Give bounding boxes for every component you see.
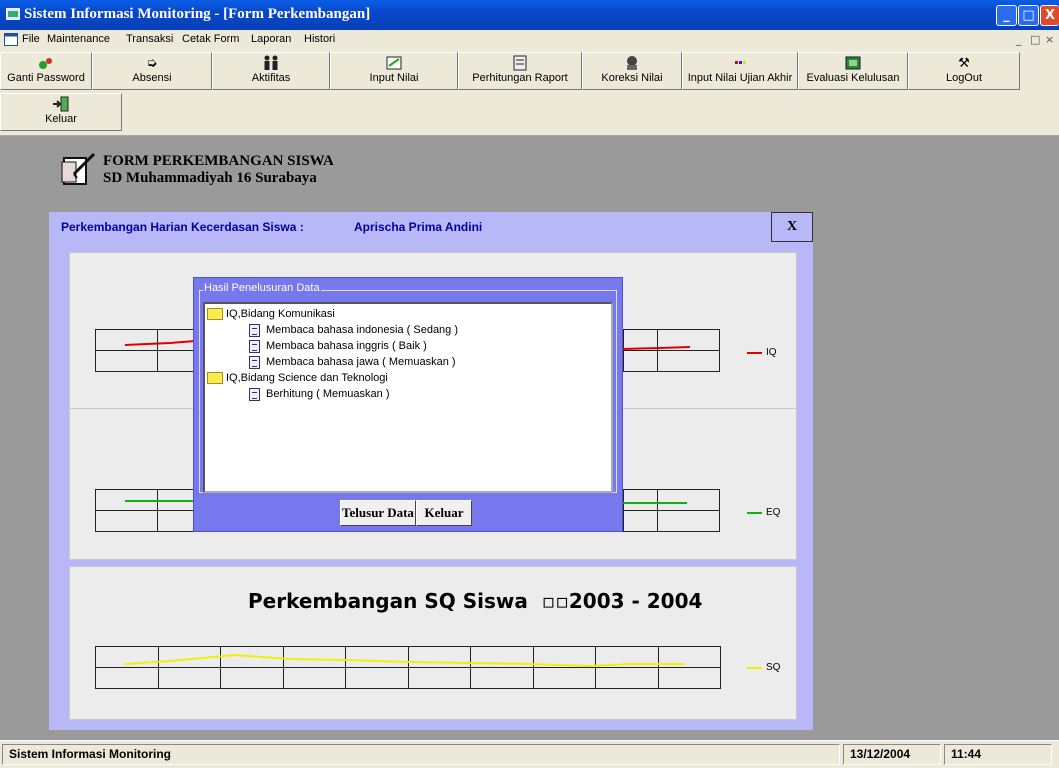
document-icon (249, 339, 260, 353)
sq-legend-label: SQ (766, 662, 781, 673)
ganti-password-label: Ganti Password (7, 72, 85, 84)
password-icon (37, 55, 55, 71)
input-nilai-ujian-akhir-label: Input Nilai Ujian Akhir (687, 72, 793, 84)
form-title: FORM PERKEMBANGAN SISWA (103, 153, 334, 169)
sq-chart-panel: Perkembangan SQ Siswa ▫▫2003 - 2004 SQ (69, 566, 797, 720)
tools-icon: ⚒ (958, 55, 970, 70)
document-icon (249, 387, 260, 401)
menu-file[interactable]: File (22, 33, 40, 45)
mdi-close-button[interactable]: × (1045, 33, 1054, 46)
activity-icon (262, 55, 280, 71)
tree-item-label: IQ,Bidang Science dan Teknologi (226, 372, 388, 384)
tree-item-label: Membaca bahasa indonesia ( Sedang ) (266, 324, 459, 336)
menu-bar: File Maintenance Transaksi Cetak Form La… (0, 30, 1059, 50)
tree-item-label: IQ,Bidang Komunikasi (226, 308, 335, 320)
input-nilai-label: Input Nilai (369, 72, 419, 84)
perhitungan-raport-label: Perhitungan Raport (472, 72, 568, 84)
student-name: Aprischa Prima Andini (354, 220, 483, 234)
form-logo-icon (60, 152, 98, 189)
mdi-child-icon[interactable] (4, 33, 18, 46)
perhitungan-raport-button[interactable]: Perhitungan Raport (458, 52, 582, 90)
iq-legend-label: IQ (766, 347, 777, 358)
tree-leaf-item[interactable]: Membaca bahasa indonesia ( Sedang ) (249, 322, 458, 338)
logout-button[interactable]: ⚒ LogOut (908, 52, 1020, 90)
final-exam-icon (731, 55, 749, 71)
result-tree[interactable]: IQ,Bidang Komunikasi Membaca bahasa indon… (203, 302, 613, 493)
absensi-button[interactable]: ➭ Absensi (92, 52, 212, 90)
graduation-eval-icon (844, 55, 862, 71)
status-app-name: Sistem Informasi Monitoring (2, 744, 840, 765)
title-bar[interactable]: Sistem Informasi Monitoring - [Form Perk… (0, 0, 1059, 30)
student-header-label: Perkembangan Harian Kecerdasan Siswa : (61, 220, 304, 234)
document-icon (249, 323, 260, 337)
input-nilai-ujian-akhir-button[interactable]: Input Nilai Ujian Akhir (682, 52, 798, 90)
input-nilai-button[interactable]: Input Nilai (330, 52, 458, 90)
search-result-dialog: Hasil Penelusuran Data IQ,Bidang Komunik… (193, 277, 623, 532)
student-header-strip: Perkembangan Harian Kecerdasan Siswa : A… (49, 212, 813, 242)
keluar-toolbar-label: Keluar (45, 113, 77, 125)
logout-label: LogOut (945, 72, 983, 84)
dialog-title: Hasil Penelusuran Data (203, 282, 321, 294)
document-icon (249, 355, 260, 369)
menu-maintenance[interactable]: Maintenance (47, 33, 110, 45)
toolbar: Ganti Password ➭ Absensi Aktifitas Input… (0, 50, 1059, 136)
tree-item-label: Berhitung ( Memuaskan ) (266, 388, 390, 400)
folder-icon (207, 372, 223, 385)
eq-legend-label: EQ (766, 507, 781, 518)
menu-transaksi[interactable]: Transaksi (126, 33, 173, 45)
absensi-label: Absensi (132, 72, 172, 84)
form-subtitle: SD Muhammadiyah 16 Surabaya (103, 170, 317, 186)
folder-icon (207, 308, 223, 321)
tree-leaf-item[interactable]: Membaca bahasa inggris ( Baik ) (249, 338, 427, 354)
exit-icon (52, 96, 70, 112)
telusur-data-button[interactable]: Telusur Data (340, 500, 416, 526)
aktifitas-label: Aktifitas (251, 72, 291, 84)
sq-series-line (124, 653, 762, 669)
tree-folder-item[interactable]: IQ,Bidang Komunikasi (207, 306, 335, 322)
mdi-restore-button[interactable]: □ (1030, 33, 1040, 46)
aktifitas-button[interactable]: Aktifitas (212, 52, 330, 90)
status-time: 11:44 (944, 744, 1052, 765)
ganti-password-button[interactable]: Ganti Password (0, 52, 92, 90)
form-close-button[interactable]: X (771, 212, 813, 242)
koreksi-nilai-button[interactable]: Koreksi Nilai (582, 52, 682, 90)
window-title: Sistem Informasi Monitoring - [Form Perk… (24, 6, 371, 22)
koreksi-nilai-label: Koreksi Nilai (601, 72, 663, 84)
tree-folder-item[interactable]: IQ,Bidang Science dan Teknologi (207, 370, 388, 386)
input-grade-icon (385, 55, 403, 71)
dialog-keluar-button[interactable]: Keluar (416, 500, 472, 526)
grade-correction-icon (623, 55, 641, 71)
report-calc-icon (511, 55, 529, 71)
menu-laporan[interactable]: Laporan (251, 33, 291, 45)
minimize-button[interactable]: _ (996, 5, 1017, 26)
evaluasi-kelulusan-label: Evaluasi Kelulusan (806, 72, 900, 84)
close-button[interactable]: X (1040, 5, 1059, 26)
menu-histori[interactable]: Histori (304, 33, 335, 45)
tree-leaf-item[interactable]: Berhitung ( Memuaskan ) (249, 386, 390, 402)
status-bar: Sistem Informasi Monitoring 13/12/2004 1… (0, 740, 1059, 768)
mdi-minimize-button[interactable]: _ (1016, 33, 1022, 46)
app-icon (5, 7, 21, 21)
maximize-button[interactable]: □ (1018, 5, 1039, 26)
status-date: 13/12/2004 (843, 744, 941, 765)
keluar-toolbar-button[interactable]: Keluar (0, 93, 122, 131)
tree-item-label: Membaca bahasa inggris ( Baik ) (266, 340, 427, 352)
tree-item-label: Membaca bahasa jawa ( Memuaskan ) (266, 356, 456, 368)
menu-cetak-form[interactable]: Cetak Form (182, 33, 239, 45)
evaluasi-kelulusan-button[interactable]: Evaluasi Kelulusan (798, 52, 908, 90)
attendance-icon: ➭ (146, 55, 158, 70)
tree-leaf-item[interactable]: Membaca bahasa jawa ( Memuaskan ) (249, 354, 456, 370)
